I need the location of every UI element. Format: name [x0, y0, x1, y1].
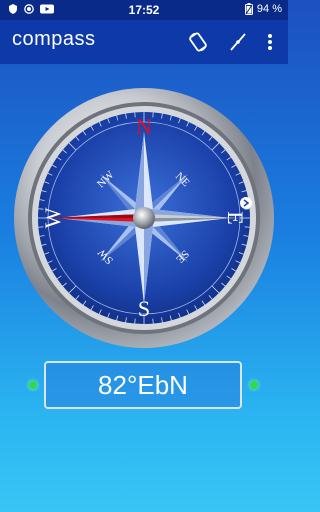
right-indicator-dot: [250, 381, 258, 389]
battery-percent: 94 %: [256, 3, 282, 15]
cardinal-s: S: [138, 296, 150, 321]
bearing-marker: [240, 197, 252, 209]
left-indicator-dot: [29, 381, 37, 389]
more-vert-icon[interactable]: [258, 30, 282, 54]
compass-dial[interactable]: N S E W NE SE SW NW: [12, 86, 276, 350]
needle-hub: [133, 207, 155, 229]
cardinal-n: N: [136, 114, 152, 139]
calibrate-needle-icon[interactable]: [226, 30, 250, 54]
status-bar: 17:52 94 %: [0, 0, 288, 20]
rotate-icon[interactable]: [186, 30, 210, 54]
app-title: compass: [12, 28, 96, 50]
heading-readout: 82°EbN: [44, 361, 242, 409]
battery-icon: [244, 3, 253, 15]
app-bar: compass: [0, 20, 288, 64]
